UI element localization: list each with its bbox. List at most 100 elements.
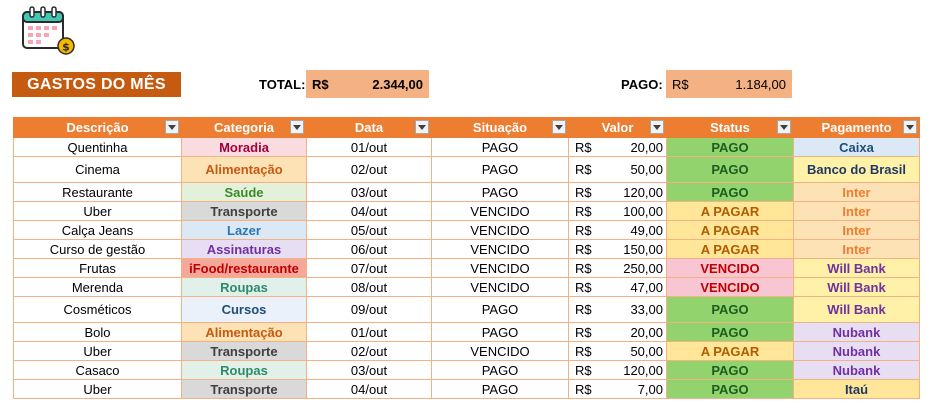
cell-categoria[interactable]: Assinaturas [181,239,307,259]
cell-pagamento[interactable]: Inter [793,201,920,221]
cell-data[interactable]: 03/out [306,182,432,202]
cell-situacao[interactable]: VENCIDO [431,220,569,240]
cell-descricao[interactable]: Uber [13,379,182,399]
cell-categoria[interactable]: Alimentação [181,156,307,183]
cell-descricao[interactable]: Curso de gestão [13,239,182,259]
cell-categoria[interactable]: Saúde [181,182,307,202]
cell-categoria[interactable]: Transporte [181,341,307,361]
pago-value-box[interactable]: R$ 1.184,00 [666,70,792,98]
cell-status[interactable]: PAGO [666,322,794,342]
cell-status[interactable]: PAGO [666,379,794,399]
filter-dropdown-icon[interactable] [650,120,664,134]
cell-categoria[interactable]: Cursos [181,296,307,323]
cell-situacao[interactable]: PAGO [431,322,569,342]
cell-pagamento[interactable]: Nubank [793,360,920,380]
filter-dropdown-icon[interactable] [290,120,304,134]
cell-status[interactable]: A PAGAR [666,239,794,259]
cell-situacao[interactable]: PAGO [431,137,569,157]
cell-status[interactable]: A PAGAR [666,201,794,221]
filter-dropdown-icon[interactable] [415,120,429,134]
cell-situacao[interactable]: VENCIDO [431,258,569,278]
cell-status[interactable]: PAGO [666,137,794,157]
cell-descricao[interactable]: Quentinha [13,137,182,157]
cell-status[interactable]: A PAGAR [666,220,794,240]
cell-situacao[interactable]: PAGO [431,379,569,399]
cell-categoria[interactable]: Lazer [181,220,307,240]
cell-data[interactable]: 04/out [306,201,432,221]
cell-data[interactable]: 04/out [306,379,432,399]
cell-categoria[interactable]: Roupas [181,360,307,380]
cell-data[interactable]: 02/out [306,341,432,361]
cell-data[interactable]: 06/out [306,239,432,259]
cell-valor[interactable]: R$ 50,00 [568,341,667,361]
cell-pagamento[interactable]: Nubank [793,322,920,342]
cell-descricao[interactable]: Cosméticos [13,296,182,323]
cell-data[interactable]: 03/out [306,360,432,380]
cell-valor[interactable]: R$ 250,00 [568,258,667,278]
cell-situacao[interactable]: PAGO [431,156,569,183]
cell-descricao[interactable]: Calça Jeans [13,220,182,240]
cell-data[interactable]: 07/out [306,258,432,278]
cell-descricao[interactable]: Frutas [13,258,182,278]
filter-dropdown-icon[interactable] [552,120,566,134]
cell-pagamento[interactable]: Inter [793,182,920,202]
cell-situacao[interactable]: VENCIDO [431,239,569,259]
cell-data[interactable]: 05/out [306,220,432,240]
cell-data[interactable]: 01/out [306,322,432,342]
filter-dropdown-icon[interactable] [777,120,791,134]
cell-descricao[interactable]: Bolo [13,322,182,342]
cell-situacao[interactable]: VENCIDO [431,201,569,221]
cell-data[interactable]: 02/out [306,156,432,183]
cell-valor[interactable]: R$ 49,00 [568,220,667,240]
cell-data[interactable]: 01/out [306,137,432,157]
cell-status[interactable]: PAGO [666,360,794,380]
cell-descricao[interactable]: Uber [13,341,182,361]
cell-status[interactable]: VENCIDO [666,277,794,297]
cell-data[interactable]: 08/out [306,277,432,297]
cell-data[interactable]: 09/out [306,296,432,323]
cell-categoria[interactable]: Alimentação [181,322,307,342]
cell-situacao[interactable]: VENCIDO [431,277,569,297]
cell-valor[interactable]: R$ 20,00 [568,137,667,157]
cell-pagamento[interactable]: Caixa [793,137,920,157]
cell-pagamento[interactable]: Nubank [793,341,920,361]
cell-valor[interactable]: R$ 7,00 [568,379,667,399]
cell-valor[interactable]: R$ 150,00 [568,239,667,259]
cell-valor[interactable]: R$ 100,00 [568,201,667,221]
cell-categoria[interactable]: Roupas [181,277,307,297]
cell-categoria[interactable]: Transporte [181,201,307,221]
cell-valor[interactable]: R$ 47,00 [568,277,667,297]
cell-descricao[interactable]: Restaurante [13,182,182,202]
cell-status[interactable]: PAGO [666,182,794,202]
cell-valor[interactable]: R$ 50,00 [568,156,667,183]
cell-pagamento[interactable]: Banco do Brasil [793,156,920,183]
cell-descricao[interactable]: Casaco [13,360,182,380]
cell-categoria[interactable]: Transporte [181,379,307,399]
cell-categoria[interactable]: iFood/restaurante [181,258,307,278]
cell-status[interactable]: A PAGAR [666,341,794,361]
cell-status[interactable]: VENCIDO [666,258,794,278]
filter-dropdown-icon[interactable] [165,120,179,134]
cell-situacao[interactable]: VENCIDO [431,341,569,361]
cell-pagamento[interactable]: Will Bank [793,277,920,297]
cell-valor[interactable]: R$ 33,00 [568,296,667,323]
cell-situacao[interactable]: PAGO [431,360,569,380]
cell-situacao[interactable]: PAGO [431,296,569,323]
cell-valor[interactable]: R$ 20,00 [568,322,667,342]
cell-situacao[interactable]: PAGO [431,182,569,202]
cell-valor[interactable]: R$ 120,00 [568,182,667,202]
cell-status[interactable]: PAGO [666,296,794,323]
filter-dropdown-icon[interactable] [903,120,917,134]
cell-descricao[interactable]: Uber [13,201,182,221]
total-value-box[interactable]: R$ 2.344,00 [306,70,429,98]
cell-pagamento[interactable]: Will Bank [793,296,920,323]
cell-categoria[interactable]: Moradia [181,137,307,157]
cell-descricao[interactable]: Merenda [13,277,182,297]
cell-status[interactable]: PAGO [666,156,794,183]
cell-pagamento[interactable]: Itaú [793,379,920,399]
cell-descricao[interactable]: Cinema [13,156,182,183]
cell-valor[interactable]: R$ 120,00 [568,360,667,380]
cell-pagamento[interactable]: Will Bank [793,258,920,278]
cell-pagamento[interactable]: Inter [793,220,920,240]
cell-pagamento[interactable]: Inter [793,239,920,259]
